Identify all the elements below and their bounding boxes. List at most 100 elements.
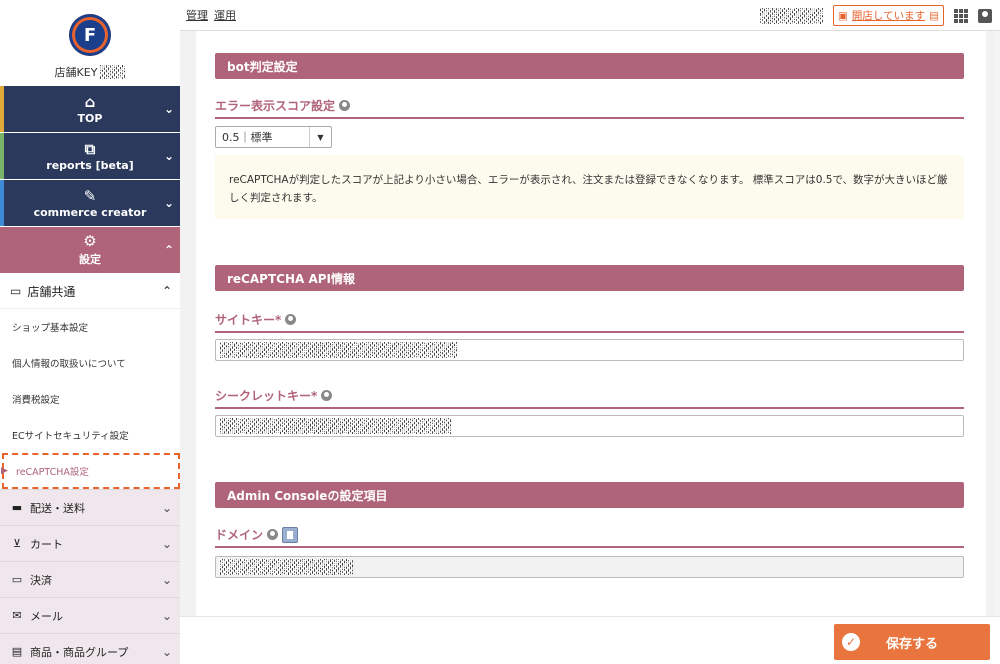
score-notice: reCAPTCHAが判定したスコアが上記より小さい場合、エラーが表示され、注文ま… bbox=[215, 155, 964, 219]
nav-reports-accent-bar bbox=[0, 133, 4, 179]
sidebar-item-tax[interactable]: 消費税設定 bbox=[0, 381, 180, 417]
store-open-badge[interactable]: ▣ 開店しています ▤ bbox=[832, 5, 944, 26]
sidebar-item-shipping-label: 配送・送料 bbox=[30, 501, 85, 515]
nav-top[interactable]: ⌂ TOP ⌄ bbox=[0, 86, 180, 133]
store-toggle-icon: ▤ bbox=[929, 9, 939, 22]
home-icon: ⌂ bbox=[84, 92, 96, 111]
card-icon: ▭ bbox=[11, 573, 23, 586]
domain-field-label: ドメイン bbox=[215, 526, 964, 548]
score-label-text: エラー表示スコア設定 bbox=[215, 99, 336, 113]
score-select[interactable]: 0.5｜標準 ▼ bbox=[215, 126, 332, 148]
sidebar-item-ec-security[interactable]: ECサイトセキュリティ設定 bbox=[0, 417, 180, 453]
chevron-down-icon: ⌄ bbox=[163, 149, 174, 163]
shop-icon: ▣ bbox=[837, 9, 848, 22]
section-bot-settings: bot判定設定 bbox=[215, 53, 964, 79]
save-button[interactable]: ✓ 保存する bbox=[834, 624, 990, 660]
clipboard-icon[interactable] bbox=[282, 526, 299, 543]
topbar: 管理 運用 ▣ 開店しています ▤ bbox=[180, 0, 1000, 31]
tab-manage[interactable]: 管理 bbox=[186, 7, 208, 23]
store-key-value-redacted bbox=[99, 65, 126, 79]
product-icon: ▤ bbox=[11, 645, 23, 658]
tab-operate[interactable]: 運用 bbox=[214, 7, 236, 23]
gear-icon: ⚙ bbox=[83, 232, 97, 250]
secret-key-label-text: シークレットキー* bbox=[215, 389, 318, 403]
help-icon[interactable] bbox=[267, 529, 279, 540]
nav-reports[interactable]: ⧉ reports [beta] ⌄ bbox=[0, 133, 180, 180]
logo[interactable]: F bbox=[69, 14, 111, 56]
chevron-down-icon: ⌄ bbox=[163, 102, 174, 116]
dropdown-arrow-icon: ▼ bbox=[309, 127, 331, 147]
nav-top-accent-bar bbox=[0, 86, 4, 132]
logo-area: F 店舗KEY bbox=[0, 0, 180, 86]
sidebar-item-payment[interactable]: ▭ 決済 ⌄ bbox=[0, 561, 180, 597]
score-select-value: 0.5｜標準 bbox=[222, 131, 273, 144]
site-key-input[interactable] bbox=[215, 339, 964, 361]
scrollbar[interactable] bbox=[994, 31, 1000, 616]
footer: ✓ 保存する bbox=[180, 616, 1000, 664]
secret-key-field-label: シークレットキー* bbox=[215, 387, 964, 409]
site-key-label-text: サイトキー* bbox=[215, 313, 282, 327]
chevron-down-icon: ⌄ bbox=[161, 572, 172, 587]
chevron-up-icon: ⌃ bbox=[163, 243, 174, 257]
chevron-up-icon: ⌃ bbox=[161, 284, 172, 298]
nav-commerce-accent-bar bbox=[0, 180, 4, 226]
nav-top-label: TOP bbox=[77, 111, 103, 125]
apps-grid-icon[interactable] bbox=[954, 8, 968, 23]
sidebar-item-cart[interactable]: ⊻ カート ⌄ bbox=[0, 525, 180, 561]
sidebar-item-recaptcha[interactable]: ▶ reCAPTCHA設定 bbox=[1, 453, 180, 489]
sidebar-item-mail-label: メール bbox=[30, 609, 63, 623]
mail-icon: ✉ bbox=[12, 609, 22, 622]
site-key-field-label: サイトキー* bbox=[215, 311, 964, 333]
score-field-label: エラー表示スコア設定 bbox=[215, 97, 964, 119]
secret-key-value-redacted bbox=[219, 418, 452, 434]
nav-commerce-creator[interactable]: ✎ commerce creator ⌄ bbox=[0, 180, 180, 227]
user-icon[interactable] bbox=[978, 8, 992, 23]
sidebar-item-shop-basic[interactable]: ショップ基本設定 bbox=[0, 309, 180, 345]
store-key-label: 店舗KEY bbox=[54, 66, 98, 79]
active-arrow-icon: ▶ bbox=[1, 466, 8, 476]
secret-key-input[interactable] bbox=[215, 415, 964, 437]
help-icon[interactable] bbox=[339, 100, 351, 111]
domain-input bbox=[215, 556, 964, 578]
sidebar: F 店舗KEY ⌂ TOP ⌄ ⧉ reports [beta] ⌄ ✎ com… bbox=[0, 0, 180, 664]
nav-reports-label: reports [beta] bbox=[46, 158, 134, 172]
site-key-value-redacted bbox=[219, 342, 457, 358]
chart-icon: ⧉ bbox=[84, 139, 96, 158]
sidebar-item-recaptcha-label: reCAPTCHA設定 bbox=[16, 467, 89, 478]
nav-settings-label: 設定 bbox=[79, 253, 101, 266]
sidebar-item-privacy[interactable]: 個人情報の取扱いについて bbox=[0, 345, 180, 381]
save-button-label: 保存する bbox=[885, 636, 938, 652]
help-icon[interactable] bbox=[321, 390, 333, 401]
chevron-down-icon: ⌄ bbox=[161, 536, 172, 551]
nav-settings[interactable]: ⚙ 設定 ⌃ bbox=[0, 227, 180, 274]
store-key: 店舗KEY bbox=[55, 64, 126, 80]
help-icon[interactable] bbox=[285, 314, 297, 325]
wrench-icon: ✎ bbox=[83, 186, 97, 205]
sidebar-item-mail[interactable]: ✉ メール ⌄ bbox=[0, 597, 180, 633]
cart-icon: ⊻ bbox=[12, 537, 22, 550]
section-admin-console: Admin Consoleの設定項目 bbox=[215, 482, 964, 508]
logo-letter: F bbox=[75, 20, 105, 50]
sub-head-store-common[interactable]: ▭ 店舗共通 ⌃ bbox=[0, 274, 180, 309]
account-name-redacted[interactable] bbox=[758, 7, 823, 24]
chevron-down-icon: ⌄ bbox=[161, 608, 172, 623]
sidebar-item-shipping[interactable]: ▬ 配送・送料 ⌄ bbox=[0, 489, 180, 525]
check-icon: ✓ bbox=[842, 633, 860, 651]
store-open-label: 開店しています bbox=[851, 10, 926, 22]
monitor-icon: ▭ bbox=[10, 284, 22, 298]
sidebar-item-products[interactable]: ▤ 商品・商品グループ ⌄ bbox=[0, 633, 180, 664]
chevron-down-icon: ⌄ bbox=[161, 500, 172, 515]
domain-label-text: ドメイン bbox=[215, 528, 264, 542]
domain-value-redacted bbox=[219, 559, 353, 575]
chevron-down-icon: ⌄ bbox=[161, 644, 172, 659]
truck-icon: ▬ bbox=[11, 501, 23, 514]
sidebar-item-products-label: 商品・商品グループ bbox=[30, 645, 129, 659]
section-recaptcha-api: reCAPTCHA API情報 bbox=[215, 265, 964, 291]
nav-commerce-label: commerce creator bbox=[33, 205, 147, 219]
chevron-down-icon: ⌄ bbox=[163, 196, 174, 210]
main-panel: bot判定設定 エラー表示スコア設定 0.5｜標準 ▼ reCAPTCHAが判定… bbox=[196, 31, 986, 616]
sidebar-item-cart-label: カート bbox=[30, 537, 63, 551]
sub-head-label: 店舗共通 bbox=[27, 284, 76, 299]
topbar-right: ▣ 開店しています ▤ bbox=[758, 0, 1000, 31]
sidebar-item-payment-label: 決済 bbox=[30, 573, 52, 587]
